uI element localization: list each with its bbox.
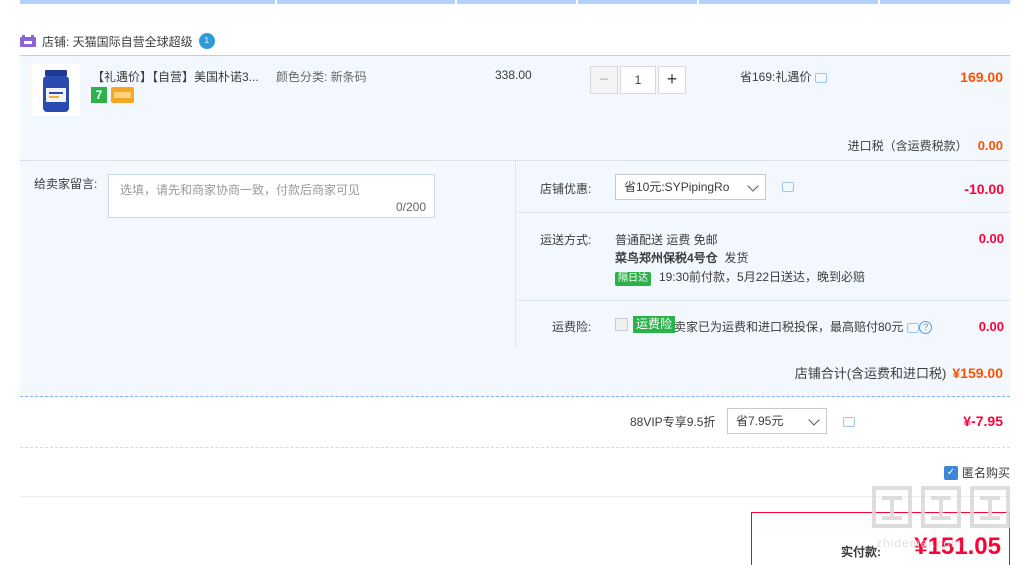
tmall-shop-icon — [20, 35, 36, 47]
shop-total-value: ¥159.00 — [952, 365, 1003, 381]
anonymous-purchase[interactable]: ✓ 匿名购买 — [943, 464, 1010, 481]
insurance-value: 0.00 — [978, 319, 1004, 334]
help-icon[interactable]: ? — [919, 321, 933, 335]
insurance-checkbox — [615, 318, 628, 331]
payment-label: 实付款: — [841, 545, 881, 559]
order-options: 给卖家留言: 选填，请先和商家协商一致，付款后商家可见 0/200 店铺优惠: … — [20, 160, 1011, 347]
comment-icon[interactable] — [815, 72, 828, 83]
savings-text: 省169:礼遇价 — [740, 70, 812, 84]
watermark-logo — [872, 486, 1010, 528]
chevron-down-icon — [808, 414, 820, 426]
comment-icon[interactable] — [782, 182, 794, 192]
seller-message-placeholder: 选填，请先和商家协商一致，付款后商家可见 — [120, 183, 361, 197]
comment-icon[interactable] — [907, 322, 920, 333]
decrease-quantity-button[interactable]: − — [590, 66, 618, 94]
increase-quantity-button[interactable]: + — [658, 66, 686, 94]
seller-message-label: 给卖家留言: — [34, 177, 98, 191]
shop-discount-select[interactable]: 省10元:SYPipingRo — [615, 174, 766, 200]
shop-discount-selected: 省10元:SYPipingRo — [624, 180, 730, 194]
item-savings: 省169:礼遇价 — [740, 68, 828, 85]
import-tax-label: 进口税（含运费税款） — [847, 139, 968, 153]
shop-total-row: 店铺合计(含运费和进口税) ¥159.00 — [795, 363, 1003, 382]
shop-discount-label: 店铺优惠: — [540, 182, 592, 196]
vip-discount-row: 88VIP专享9.5折 省7.95元 ¥-7.95 — [20, 398, 1010, 448]
credit-card-icon — [111, 87, 134, 103]
order-options-right: 店铺优惠: 省10元:SYPipingRo -10.00 运送方式: 普通配送 … — [515, 161, 1011, 347]
import-tax-row: 进口税（含运费税款） 0.00 — [848, 137, 1003, 154]
product-title-link[interactable]: 【礼遇价】【自营】美国朴诺3... — [92, 68, 270, 85]
shop-total-label: 店铺合计(含运费和进口税) — [794, 366, 947, 381]
product-thumbnail[interactable] — [32, 64, 80, 116]
anonymous-checkbox[interactable]: ✓ — [943, 465, 958, 480]
line-gap — [697, 0, 699, 4]
seven-day-return-icon: 7 — [91, 87, 107, 103]
divider — [20, 496, 1010, 497]
line-gap — [878, 0, 880, 4]
insurance-badge: 运费险 — [633, 316, 676, 333]
quantity-input[interactable]: 1 — [620, 66, 656, 94]
seller-message-textarea[interactable]: 选填，请先和商家协商一致，付款后商家可见 0/200 — [108, 174, 435, 218]
comment-icon[interactable] — [843, 417, 855, 427]
dispatch-text: 发货 — [724, 251, 749, 265]
chat-bubble-icon[interactable]: 1 — [198, 33, 215, 49]
anonymous-label: 匿名购买 — [961, 466, 1010, 480]
shipping-origin: 菜鸟郑州保税4号仓 发货 — [615, 249, 748, 266]
insurance-label: 运费险: — [552, 320, 592, 334]
warehouse-name: 菜鸟郑州保税4号仓 — [615, 251, 718, 265]
line-gap — [455, 0, 457, 4]
chevron-down-icon — [747, 180, 759, 192]
insurance-row: 运费险: 运费险 卖家已为运费和进口税投保，最高赔付80元? 0.00 — [516, 301, 1011, 347]
product-sku: 颜色分类: 新条码 — [276, 70, 367, 84]
shop-discount-value: -10.00 — [964, 181, 1004, 197]
message-char-counter: 0/200 — [395, 200, 426, 214]
item-subtotal: 169.00 — [960, 69, 1003, 85]
order-panel: 【礼遇价】【自营】美国朴诺3... 7 颜色分类: 新条码 338.00 − 1… — [20, 55, 1011, 397]
insurance-text: 卖家已为运费和进口税投保，最高赔付80元? — [674, 318, 933, 335]
vip-discount-select[interactable]: 省7.95元 — [727, 408, 827, 434]
insurance-desc: 卖家已为运费和进口税投保，最高赔付80元 — [674, 320, 904, 334]
line-gap — [275, 0, 277, 4]
shipping-label: 运送方式: — [540, 233, 592, 247]
shipping-method: 普通配送 运费 免邮 — [615, 233, 718, 247]
watermark-text: zhidemai.com — [876, 536, 963, 550]
shipping-value: 0.00 — [978, 231, 1004, 246]
top-progress-line — [20, 0, 1010, 4]
shipping-eta: 隔日达 19:30前付款，5月22日送达，晚到必赔 — [615, 268, 865, 286]
shop-name-link[interactable]: 店铺: 天猫国际自营全球超级 — [42, 33, 193, 50]
quantity-stepper: − 1 + — [590, 66, 686, 94]
vip-discount-value: ¥-7.95 — [963, 413, 1003, 429]
shop-header: 店铺: 天猫国际自营全球超级 1 — [20, 33, 215, 49]
unit-price: 338.00 — [495, 68, 532, 82]
next-day-badge: 隔日达 — [615, 272, 651, 286]
shop-discount-row: 店铺优惠: 省10元:SYPipingRo -10.00 — [516, 161, 1011, 213]
import-tax-value: 0.00 — [977, 138, 1003, 153]
item-row: 【礼遇价】【自营】美国朴诺3... 7 颜色分类: 新条码 338.00 − 1… — [20, 56, 1010, 160]
shipping-row: 运送方式: 普通配送 运费 免邮 菜鸟郑州保税4号仓 发货 隔日达 19:30前付… — [516, 213, 1011, 301]
vip-discount-label: 88VIP专享9.5折 — [630, 415, 716, 429]
vip-discount-selected: 省7.95元 — [736, 414, 784, 428]
eta-text: 19:30前付款，5月22日送达，晚到必赔 — [659, 270, 866, 284]
line-gap — [576, 0, 578, 4]
